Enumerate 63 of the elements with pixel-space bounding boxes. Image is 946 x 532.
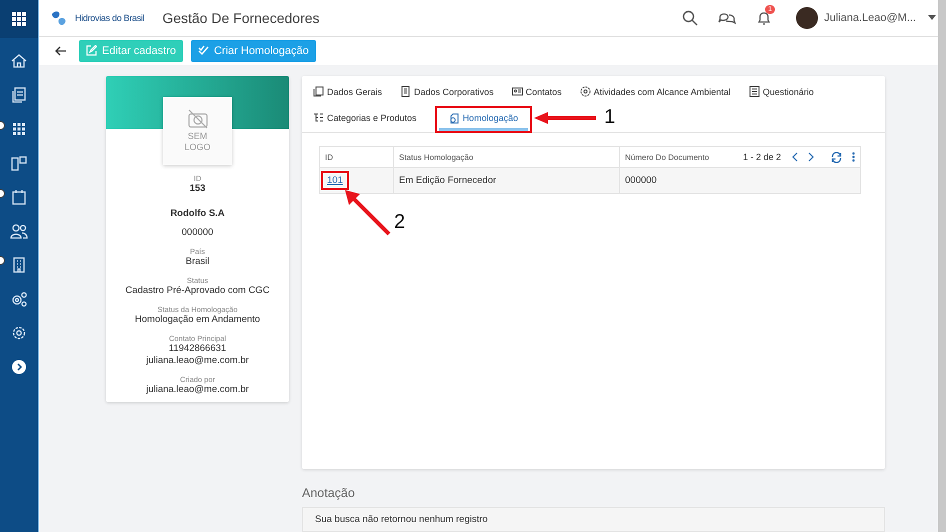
field-value: Brasil bbox=[186, 256, 210, 268]
column-header: Número Do Documento bbox=[625, 152, 710, 162]
empty-message: Sua busca não retornou nenhum registro bbox=[315, 514, 488, 525]
boards-icon[interactable] bbox=[10, 154, 28, 172]
tab[interactable]: Dados Corporativos bbox=[400, 80, 502, 106]
field-value: juliana.leao@me.com.br bbox=[146, 355, 249, 367]
tab[interactable]: Categorias e Produtos bbox=[313, 106, 425, 132]
bell-icon[interactable] bbox=[756, 10, 772, 26]
approval-icon bbox=[448, 112, 460, 124]
logo-text: SEM LOGO bbox=[183, 131, 212, 153]
column-header: ID bbox=[325, 152, 333, 162]
user-name[interactable]: Juliana.Leao@M... bbox=[824, 12, 916, 24]
table-cell: Em Edição Fornecedor bbox=[399, 175, 496, 186]
field-value: juliana.leao@me.com.br bbox=[146, 384, 249, 396]
field-value: Cadastro Pré-Aprovado com CGC bbox=[125, 285, 270, 297]
form-icon bbox=[748, 86, 760, 97]
callout-number: 2 bbox=[394, 211, 406, 234]
avatar-circle[interactable] bbox=[796, 6, 818, 29]
field-value: Homologação em Andamento bbox=[134, 314, 260, 326]
table-cell: 000000 bbox=[625, 175, 657, 186]
previous-page-icon[interactable] bbox=[791, 152, 798, 162]
docs-icon[interactable] bbox=[10, 86, 28, 104]
list-icon bbox=[313, 112, 324, 123]
tab[interactable]: Atividades com Alcance Ambiental bbox=[580, 80, 739, 106]
users-icon[interactable] bbox=[10, 222, 28, 240]
company-code: 000000 bbox=[182, 227, 214, 239]
back-arrow-icon[interactable] bbox=[55, 46, 67, 56]
field-value: 11942866631 bbox=[168, 343, 226, 355]
apps-menu-button[interactable] bbox=[0, 0, 38, 38]
record-link[interactable]: 101 bbox=[327, 175, 343, 186]
grid-icon bbox=[12, 12, 26, 26]
tab[interactable]: Homologação bbox=[438, 108, 528, 131]
id-value: 153 bbox=[190, 183, 206, 194]
section-title: Anotação bbox=[302, 486, 356, 500]
calendar-icon[interactable] bbox=[10, 188, 28, 206]
no-image-icon bbox=[186, 109, 208, 129]
pagination-text: 1 - 2 de 2 bbox=[742, 152, 781, 162]
brand-name: Hidrovias do Brasil bbox=[75, 12, 144, 23]
callout-number: 1 bbox=[604, 106, 616, 129]
scrollbar[interactable] bbox=[938, 0, 946, 532]
settings-icon[interactable] bbox=[10, 324, 28, 342]
gear-icon bbox=[580, 86, 591, 97]
tab[interactable]: Questionário bbox=[748, 80, 822, 106]
tab[interactable]: Contatos bbox=[512, 80, 570, 106]
next-page-icon[interactable] bbox=[808, 152, 815, 162]
edit-icon bbox=[86, 45, 97, 56]
search-icon[interactable] bbox=[682, 10, 698, 26]
tab[interactable]: Dados Gerais bbox=[313, 80, 390, 106]
page-title: Gestão De Fornecedores bbox=[162, 10, 320, 26]
apps-icon[interactable] bbox=[10, 120, 28, 138]
home-icon[interactable] bbox=[10, 52, 28, 70]
company-name: Rodolfo S.A bbox=[170, 208, 225, 219]
refresh-icon[interactable] bbox=[831, 152, 842, 162]
card-icon bbox=[512, 86, 523, 97]
column-header: Status Homologação bbox=[399, 152, 474, 162]
doc-icon bbox=[313, 86, 324, 97]
callout-arrow bbox=[534, 112, 598, 124]
more-options-icon[interactable] bbox=[852, 152, 855, 162]
expand-icon[interactable] bbox=[10, 358, 28, 376]
check-icon bbox=[198, 45, 209, 56]
caret-icon[interactable] bbox=[928, 15, 936, 20]
gears-icon[interactable] bbox=[10, 290, 28, 308]
building-icon bbox=[400, 86, 412, 97]
